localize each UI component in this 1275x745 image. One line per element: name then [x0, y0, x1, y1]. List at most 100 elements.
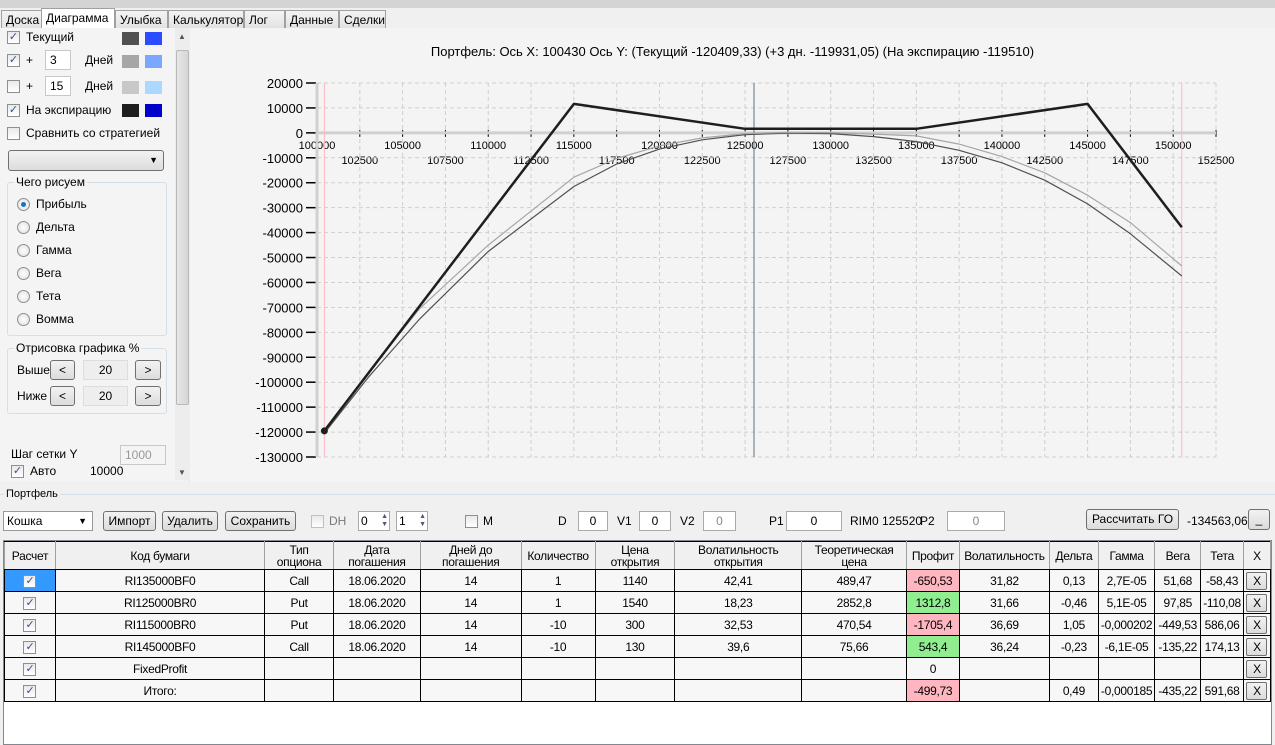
calc-checkbox[interactable]: ✓ — [23, 684, 37, 698]
grid-step-input[interactable]: 1000 — [120, 445, 166, 465]
tab-smile[interactable]: Улыбка — [115, 10, 168, 28]
table-cell[interactable]: Put — [264, 613, 334, 636]
table-cell[interactable]: 14 — [419, 635, 522, 658]
tab-diagram[interactable]: Диаграмма — [41, 8, 115, 28]
table-cell[interactable]: 18.06.2020 — [333, 635, 421, 658]
table-cell[interactable]: -10 — [520, 635, 596, 658]
tab-board[interactable]: Доска — [1, 10, 42, 28]
table-cell[interactable]: -0,46 — [1048, 591, 1099, 614]
delete-button[interactable]: Удалить — [162, 511, 218, 531]
table-cell[interactable]: RI135000BF0 — [54, 569, 266, 592]
calc-checkbox[interactable]: ✓ — [23, 618, 37, 632]
table-cell[interactable] — [594, 657, 676, 680]
table-cell[interactable] — [419, 657, 522, 680]
table-cell[interactable]: 1,05 — [1048, 613, 1099, 636]
table-cell[interactable] — [333, 679, 421, 702]
table-cell[interactable] — [958, 679, 1050, 702]
minimize-button[interactable]: _ — [1248, 509, 1270, 530]
import-button[interactable]: Импорт — [103, 511, 156, 531]
radio-vega[interactable] — [17, 267, 30, 280]
table-cell[interactable]: 5,1E-05 — [1097, 591, 1156, 614]
table-cell[interactable]: 2852,8 — [801, 591, 907, 614]
scroll-down-icon[interactable]: ▼ — [178, 468, 186, 477]
column-header[interactable]: Теоретическая цена — [801, 541, 907, 570]
v2-input[interactable]: 0 — [703, 511, 736, 531]
table-cell[interactable]: 18.06.2020 — [333, 591, 421, 614]
plus-days-2-color-swatch[interactable] — [122, 81, 139, 94]
expiration-alt-color-swatch[interactable] — [145, 104, 162, 117]
table-cell[interactable]: RI125000BR0 — [54, 591, 266, 614]
column-header[interactable]: X — [1242, 541, 1272, 570]
plus-days-2-checkbox[interactable]: ✓ — [7, 80, 20, 93]
save-button[interactable]: Сохранить — [225, 511, 296, 531]
table-cell[interactable] — [1097, 657, 1156, 680]
below-decrease-button[interactable]: < — [50, 386, 75, 406]
column-header[interactable]: Дата погашения — [333, 541, 421, 570]
dh-checkbox[interactable]: ✓ — [311, 515, 324, 528]
tab-deals[interactable]: Сделки — [339, 10, 386, 28]
column-header[interactable]: Профит — [906, 541, 960, 570]
table-cell[interactable]: -435,22 — [1154, 679, 1202, 702]
plus-days-1-color-swatch[interactable] — [122, 55, 139, 68]
table-cell[interactable]: 300 — [594, 613, 676, 636]
table-cell[interactable] — [1048, 657, 1099, 680]
profit-cell[interactable]: -1705,4 — [906, 613, 960, 636]
table-cell[interactable] — [520, 657, 596, 680]
table-cell[interactable] — [264, 657, 334, 680]
table-cell[interactable] — [333, 657, 421, 680]
radio-theta[interactable] — [17, 290, 30, 303]
column-header[interactable]: Цена открытия — [594, 541, 676, 570]
table-cell[interactable]: Call — [264, 569, 334, 592]
calc-checkbox[interactable]: ✓ — [23, 662, 37, 676]
table-cell[interactable] — [1200, 657, 1244, 680]
calc-checkbox[interactable]: ✓ — [23, 596, 37, 610]
remove-row-button[interactable]: X — [1246, 571, 1268, 590]
table-cell[interactable]: 1140 — [594, 569, 676, 592]
table-cell[interactable]: 36,24 — [958, 635, 1050, 658]
table-cell[interactable]: 14 — [419, 569, 522, 592]
table-cell[interactable]: 31,82 — [958, 569, 1050, 592]
table-cell[interactable]: 14 — [419, 591, 522, 614]
table-cell[interactable]: -58,43 — [1200, 569, 1244, 592]
profit-cell[interactable]: 0 — [906, 657, 960, 680]
table-cell[interactable]: 75,66 — [801, 635, 907, 658]
profit-cell[interactable]: 1312,8 — [906, 591, 960, 614]
table-cell[interactable] — [419, 679, 522, 702]
column-header[interactable]: Тета — [1200, 541, 1244, 570]
current-checkbox[interactable]: ✓ — [7, 31, 20, 44]
table-row[interactable]: ✓ RI145000BF0 Call 18.06.2020 14 -10 130 39,6 75… — [4, 635, 1272, 658]
table-cell[interactable]: 591,68 — [1200, 679, 1244, 702]
table-cell[interactable]: 1 — [520, 591, 596, 614]
spinner-arrows-icon[interactable]: ▲ ▼ — [419, 513, 426, 529]
spinner-2[interactable]: 1 ▲ ▼ — [396, 511, 428, 531]
tab-calculator[interactable]: Калькулятор — [168, 10, 244, 28]
table-cell[interactable]: 470,54 — [801, 613, 907, 636]
calc-checkbox-cell[interactable]: ✓ — [4, 679, 56, 702]
column-header[interactable]: Количество — [520, 541, 596, 570]
compare-strategy-checkbox[interactable]: ✓ — [7, 127, 20, 140]
plus-days-2-alt-color-swatch[interactable] — [145, 81, 162, 94]
remove-row-button[interactable]: X — [1246, 615, 1268, 634]
table-cell[interactable]: 586,06 — [1200, 613, 1244, 636]
table-cell[interactable] — [801, 657, 907, 680]
table-cell[interactable]: -135,22 — [1154, 635, 1202, 658]
plus-days-1-alt-color-swatch[interactable] — [145, 55, 162, 68]
column-header[interactable]: Расчет — [4, 541, 56, 570]
calc-checkbox-cell[interactable]: ✓ — [4, 569, 56, 592]
table-cell[interactable] — [674, 679, 803, 702]
table-cell[interactable]: 97,85 — [1154, 591, 1202, 614]
table-cell[interactable]: RI145000BF0 — [54, 635, 266, 658]
below-increase-button[interactable]: > — [135, 386, 161, 406]
table-cell[interactable]: -0,23 — [1048, 635, 1099, 658]
p1-input[interactable]: 0 — [786, 511, 842, 531]
current-alt-color-swatch[interactable] — [145, 32, 162, 45]
strategy-select[interactable]: ▼ — [8, 150, 164, 171]
plus-days-1-checkbox[interactable]: ✓ — [7, 54, 20, 67]
d-input[interactable]: 0 — [578, 511, 608, 531]
radio-gamma[interactable] — [17, 244, 30, 257]
table-cell[interactable]: 130 — [594, 635, 676, 658]
p2-input[interactable]: 0 — [947, 511, 1005, 531]
calc-checkbox-cell[interactable]: ✓ — [4, 613, 56, 636]
scroll-up-icon[interactable]: ▲ — [178, 32, 186, 41]
table-cell[interactable]: 0,13 — [1048, 569, 1099, 592]
